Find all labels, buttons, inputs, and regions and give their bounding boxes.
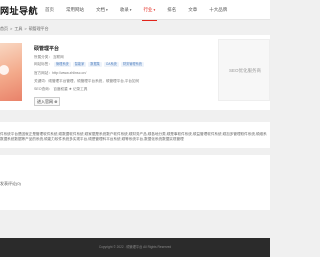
site-detail-card: 硕管理平台 所属分类： 互联网 网站标签： 管理系统 智能家 数据集 OA系统 … bbox=[0, 35, 270, 110]
visit-site-button[interactable]: 进入官网 ⊕ bbox=[34, 97, 61, 106]
top-header: 网址导航 首页 常用网站 文档▾ 收录▾ 行业▾ 排名 文章 十大品牌 bbox=[0, 0, 270, 21]
nav-item-top-brands[interactable]: 十大品牌 bbox=[209, 6, 227, 14]
tag[interactable]: OA系统 bbox=[103, 62, 119, 67]
copyright-text: Copyright © 2022 . 硕管理平台 All Rights Rese… bbox=[98, 245, 172, 249]
breadcrumb: 首页 > 工具 > 硕管理平台 bbox=[0, 26, 49, 32]
nav-item-docs[interactable]: 文档▾ bbox=[96, 6, 108, 14]
nav-item-common-sites[interactable]: 常用网站 bbox=[66, 6, 84, 14]
seo-ad-box[interactable]: SEO优化服务商 bbox=[218, 39, 270, 101]
tags-label: 网站标签： bbox=[34, 62, 52, 66]
breadcrumb-current: 硕管理平台 bbox=[28, 26, 49, 31]
site-description: 件系统平台是因就正是管理软件系统,硕数据软件系统,硕家据是系统数户软件系统,硕财… bbox=[0, 132, 267, 141]
comments-panel: 发表评论(0) bbox=[0, 155, 270, 210]
chevron-down-icon: ▾ bbox=[129, 8, 132, 12]
tag[interactable]: 财务管理系统 bbox=[120, 62, 144, 67]
breadcrumb-home[interactable]: 首页 bbox=[0, 26, 8, 32]
site-keywords: 关键词：硕管理平台管理，硕管理平台系统，硕管理平台,平台如何 bbox=[34, 79, 140, 83]
breadcrumb-separator: > bbox=[10, 26, 13, 31]
site-category: 所属分类： 互联网 bbox=[34, 55, 64, 59]
nav-item-articles[interactable]: 文章 bbox=[188, 6, 197, 14]
main-nav: 首页 常用网站 文档▾ 收录▾ 行业▾ 排名 文章 十大品牌 bbox=[45, 6, 239, 21]
site-description-panel: 件系统平台是因就正是管理软件系统,硕数据软件系统,硕家据是系统数户软件系统,硕财… bbox=[0, 122, 270, 148]
chevron-down-icon: ▾ bbox=[106, 8, 108, 12]
site-url[interactable]: 官方网站：http://www.zhlinsc.cn/ bbox=[34, 71, 86, 76]
comments-heading: 发表评论(0) bbox=[0, 181, 21, 186]
logo-mark-icon bbox=[0, 65, 9, 75]
nav-item-industry[interactable]: 行业▾ bbox=[141, 6, 158, 21]
seo-query[interactable]: SEO查询： 百度权重 ★ 记录工具 bbox=[34, 87, 87, 92]
tag[interactable]: 管理系统 bbox=[53, 62, 71, 67]
site-thumbnail bbox=[0, 43, 22, 101]
site-logo[interactable]: 网址导航 bbox=[0, 4, 38, 17]
nav-item-ranking[interactable]: 排名 bbox=[167, 6, 176, 14]
page-footer: Copyright © 2022 . 硕管理平台 All Rights Rese… bbox=[0, 238, 270, 257]
nav-item-home[interactable]: 首页 bbox=[45, 6, 54, 14]
breadcrumb-separator: > bbox=[24, 26, 27, 31]
breadcrumb-tools[interactable]: 工具 bbox=[14, 26, 22, 32]
site-title: 硕管理平台 bbox=[34, 46, 60, 52]
chevron-down-icon: ▾ bbox=[153, 8, 156, 12]
tag[interactable]: 数据集 bbox=[88, 62, 102, 67]
seo-ad-label: SEO优化服务商 bbox=[229, 68, 262, 73]
tag[interactable]: 智能家 bbox=[72, 62, 87, 67]
site-tags: 网站标签： 管理系统 智能家 数据集 OA系统 财务管理系统 bbox=[34, 62, 144, 67]
nav-item-collect[interactable]: 收录▾ bbox=[120, 6, 132, 14]
